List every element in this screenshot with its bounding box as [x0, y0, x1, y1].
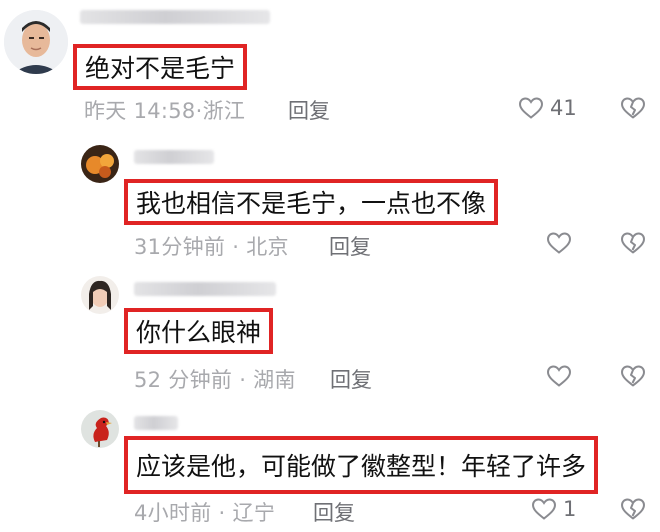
reply-button[interactable]: 回复	[330, 364, 372, 394]
username-blurred[interactable]	[134, 150, 214, 164]
reply-button[interactable]: 回复	[329, 231, 371, 261]
comment-text-box: 应该是他，可能做了徽整型！年轻了许多	[124, 436, 599, 494]
avatar[interactable]	[81, 410, 119, 448]
comment-time: 4小时前	[134, 501, 212, 525]
like-count: 41	[550, 96, 577, 120]
dislike-button[interactable]	[620, 497, 646, 521]
comment-time: 52 分钟前	[134, 368, 233, 392]
username-blurred[interactable]	[80, 10, 270, 24]
comment-meta: 4小时前 · 辽宁	[134, 501, 276, 525]
comment-meta: 52 分钟前 · 湖南	[134, 368, 296, 392]
heart-outline-icon	[546, 231, 572, 255]
like-button[interactable]	[546, 231, 578, 255]
like-button[interactable]	[546, 364, 578, 388]
comment-text-box: 我也相信不是毛宁，一点也不像	[124, 179, 499, 225]
comment-location: 浙江	[202, 99, 246, 123]
comment-location: 辽宁	[232, 501, 276, 525]
heart-outline-icon	[531, 497, 557, 521]
comment-location: 北京	[246, 235, 289, 259]
comment-text: 应该是他，可能做了徽整型！年轻了许多	[136, 452, 587, 481]
dislike-button[interactable]	[620, 96, 646, 120]
comment-meta: 昨天 14:58·浙江	[84, 99, 246, 123]
reply-button[interactable]: 回复	[288, 95, 330, 125]
heart-outline-icon	[546, 364, 572, 388]
avatar-image	[81, 410, 119, 448]
avatar-image	[81, 145, 119, 183]
comment-text: 我也相信不是毛宁，一点也不像	[136, 189, 487, 218]
avatar[interactable]	[4, 10, 68, 74]
dislike-button[interactable]	[620, 364, 646, 388]
broken-heart-icon	[620, 96, 646, 120]
like-count: 1	[563, 497, 577, 521]
comment-text-box: 绝对不是毛宁	[73, 44, 248, 90]
avatar-image	[4, 10, 68, 74]
comment-location: 湖南	[253, 368, 296, 392]
comment-text: 你什么眼神	[136, 318, 262, 347]
avatar[interactable]	[81, 145, 119, 183]
comment-item: 我也相信不是毛宁，一点也不像 31分钟前 · 北京 回复	[0, 135, 660, 265]
like-button[interactable]: 41	[518, 96, 577, 120]
comment-text: 绝对不是毛宁	[85, 54, 236, 83]
broken-heart-icon	[620, 231, 646, 255]
comment-item: 绝对不是毛宁 昨天 14:58·浙江 回复 41	[0, 0, 660, 130]
avatar-image	[81, 276, 119, 314]
broken-heart-icon	[620, 497, 646, 521]
comment-time: 昨天 14:58	[84, 99, 196, 123]
like-button[interactable]: 1	[531, 497, 576, 521]
username-blurred[interactable]	[134, 416, 178, 430]
comment-meta: 31分钟前 · 北京	[134, 235, 289, 259]
comment-time: 31分钟前	[134, 235, 226, 259]
comment-text-box: 你什么眼神	[124, 308, 274, 354]
heart-outline-icon	[518, 96, 544, 120]
dislike-button[interactable]	[620, 231, 646, 255]
broken-heart-icon	[620, 364, 646, 388]
reply-button[interactable]: 回复	[313, 497, 355, 527]
avatar[interactable]	[81, 276, 119, 314]
comment-item: 应该是他，可能做了徽整型！年轻了许多 4小时前 · 辽宁 回复 1	[0, 402, 660, 532]
username-blurred[interactable]	[134, 282, 276, 296]
comment-item: 你什么眼神 52 分钟前 · 湖南 回复	[0, 268, 660, 398]
